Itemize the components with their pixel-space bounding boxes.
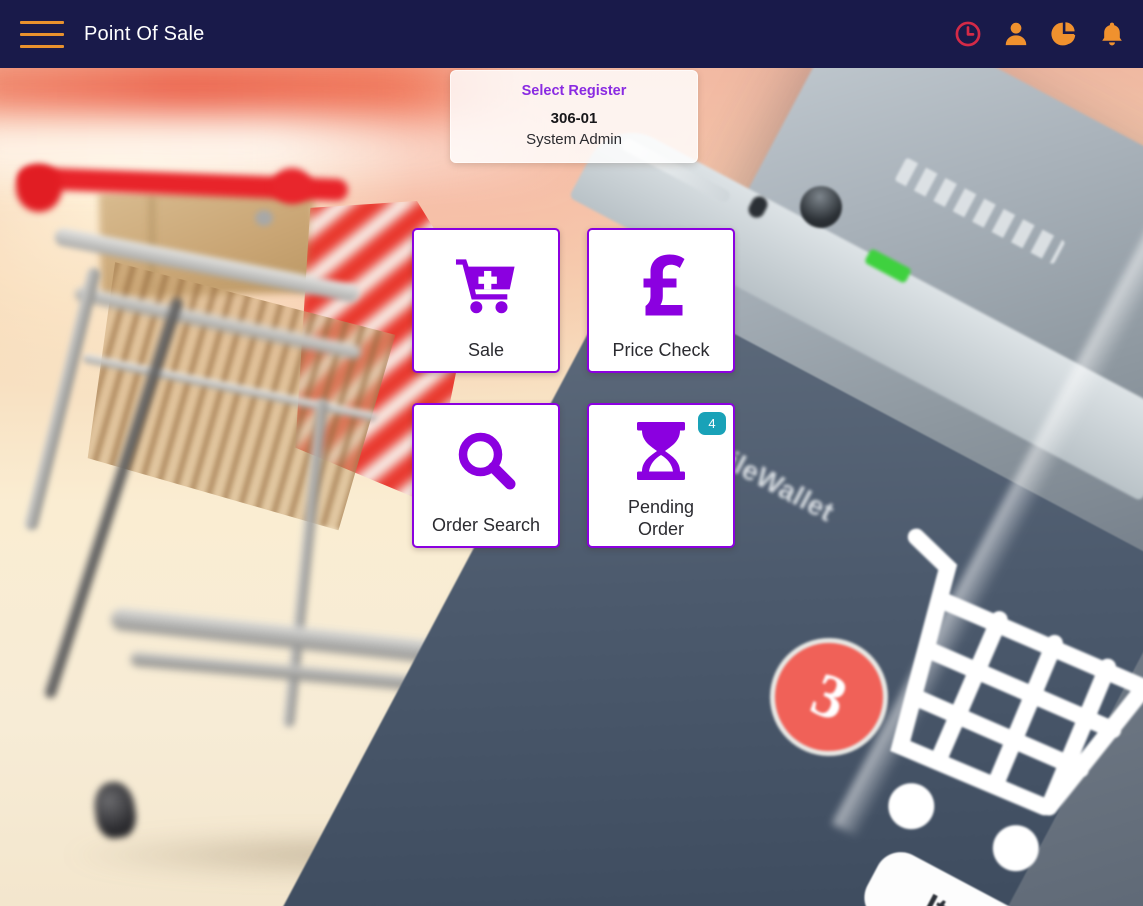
pie-chart-icon[interactable] (1049, 19, 1079, 49)
register-id-value: 306-01 (550, 110, 598, 127)
hamburger-menu-icon[interactable] (20, 20, 64, 48)
select-register-label: Select Register (521, 83, 627, 99)
cart-plus-icon (414, 230, 558, 339)
bell-icon[interactable] (1097, 19, 1127, 49)
select-register-card[interactable]: Select Register 306-01 System Admin (450, 70, 698, 163)
clock-icon[interactable] (953, 19, 983, 49)
photo-box-label (255, 210, 273, 226)
tile-sale[interactable]: Sale (412, 228, 560, 373)
tile-order-search[interactable]: Order Search (412, 403, 560, 548)
hamburger-line (20, 32, 64, 36)
register-user-value: System Admin (526, 131, 622, 148)
magnifier-icon (414, 405, 558, 514)
point-of-sale-screen: MobileWallet 3 Items Chec (0, 0, 1143, 906)
photo-cart-handle-grip-right (272, 168, 312, 204)
app-header: Point Of Sale (0, 0, 1143, 68)
header-icon-group (953, 19, 1127, 49)
pending-order-badge: 4 (698, 412, 726, 435)
hamburger-line (20, 20, 64, 24)
tile-row: Order Search 4 Pending Order (412, 403, 736, 548)
photo-cart-handle-grip-left (16, 164, 62, 212)
tile-pending-order[interactable]: 4 Pending Order (587, 403, 735, 548)
tile-label: Sale (467, 340, 505, 360)
tile-label: Price Check (612, 340, 710, 360)
tile-label: Pending Order (628, 496, 694, 546)
page-title: Point Of Sale (84, 22, 205, 45)
pound-sterling-icon (589, 230, 733, 339)
tile-label-line1: Pending (627, 497, 695, 517)
tile-row: Sale Price Check (412, 228, 736, 373)
user-icon[interactable] (1001, 19, 1031, 49)
tile-price-check[interactable]: Price Check (587, 228, 735, 373)
hamburger-line (20, 44, 64, 48)
tile-label: Order Search (431, 515, 541, 535)
tile-label-line2: Order (637, 519, 684, 539)
photo-cart-leg-a (23, 266, 102, 532)
action-tile-grid: Sale Price Check Order Search 4 Pending … (412, 228, 736, 548)
